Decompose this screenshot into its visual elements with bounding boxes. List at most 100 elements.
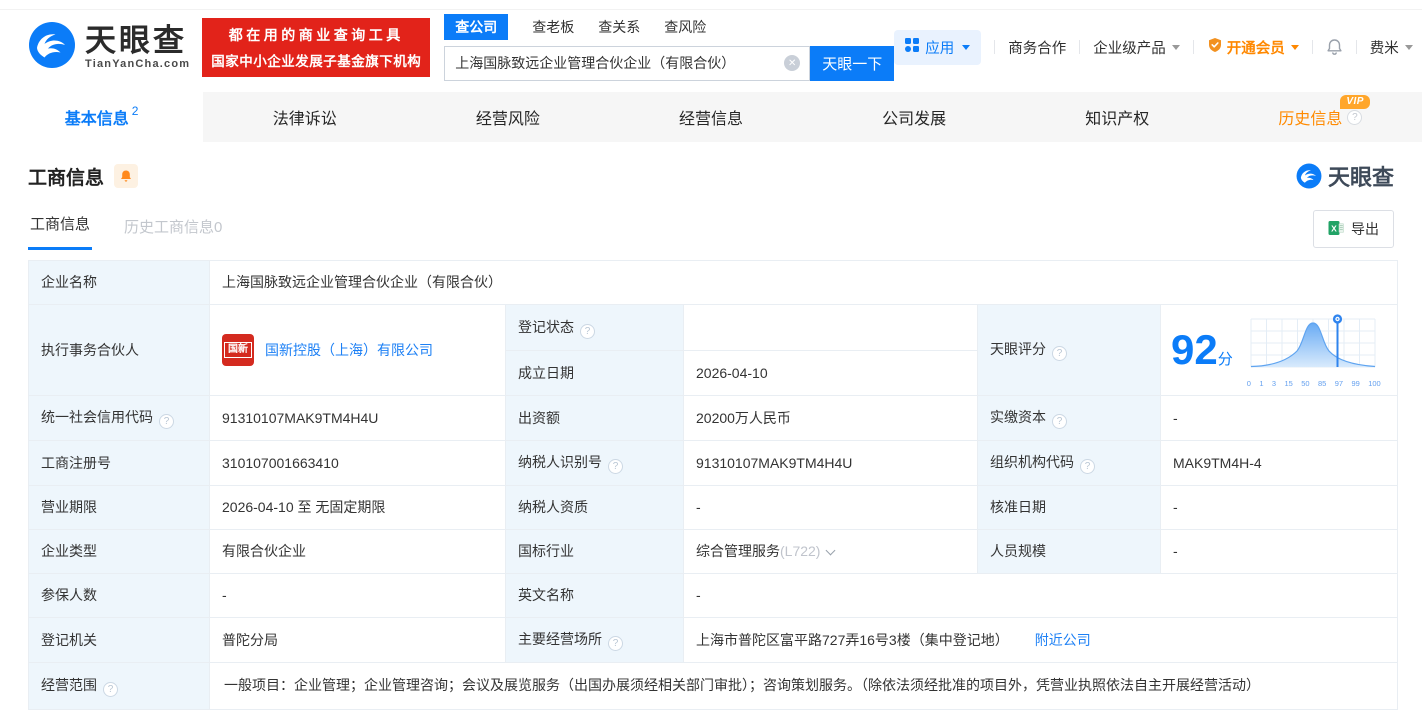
help-icon[interactable]: ? (1052, 414, 1067, 430)
address-value: 上海市普陀区富平路727弄16号3楼（集中登记地） 附近公司 (683, 617, 1398, 664)
watermark-text: 天眼查 (1327, 165, 1394, 190)
table-row: 执行事务合伙人 国新 国新控股（上海）有限公司 登记状态? 天眼评分? 92分 (28, 303, 1398, 397)
reg-authority-value: 普陀分局 (209, 617, 506, 664)
promo-line-2: 国家中小企业发展子基金旗下机构 (211, 53, 422, 69)
excel-icon: X (1328, 220, 1344, 239)
score-chart: 013 15 50 85 97 99 100 (1247, 311, 1381, 389)
apps-button[interactable]: 应用 (894, 29, 982, 65)
help-icon[interactable]: ? (608, 636, 623, 652)
chevron-down-icon[interactable] (826, 545, 836, 556)
partner-label: 执行事务合伙人 (28, 303, 210, 397)
reg-status-label: 登记状态? (505, 303, 684, 352)
industry-label: 国标行业 (505, 529, 684, 575)
table-row: 企业名称 上海国脉致远企业管理合伙企业（有限合伙） (28, 260, 1398, 305)
site-logo[interactable]: 天眼查 TianYanCha.com (28, 21, 190, 74)
nav-tab-history[interactable]: VIP 历史信息 ? (1219, 92, 1422, 142)
nav-tab-operating-risk[interactable]: 经营风险 (406, 92, 609, 142)
approval-date-label: 核准日期 (977, 485, 1161, 531)
score-value: 92分 (1171, 326, 1233, 374)
score-cell: 92分 0 1 3 15 50 85 97 99 100 (1160, 303, 1398, 397)
taxpayer-quality-label: 纳税人资质 (505, 485, 684, 531)
paid-capital-label: 实缴资本? (977, 395, 1161, 442)
scope-value: 一般项目：企业管理；企业管理咨询；会议及展览服务（出国办展须经相关部门审批）；咨… (209, 662, 1398, 711)
menu-divider (1192, 40, 1194, 54)
help-icon[interactable]: ? (103, 682, 118, 698)
search-tab-risk[interactable]: 查风险 (664, 17, 706, 37)
search-input[interactable] (444, 45, 811, 81)
menu-business-cooperation[interactable]: 商务合作 (1008, 37, 1066, 58)
caret-down-icon (962, 44, 971, 50)
user-menu[interactable]: 费米 (1370, 37, 1413, 58)
caret-down-icon (1290, 44, 1299, 50)
nav-tab-legal[interactable]: 法律诉讼 (203, 92, 406, 142)
table-row: 参保人数 - 英文名称 - (28, 573, 1398, 619)
open-vip-button[interactable]: 开通会员 (1207, 37, 1299, 58)
table-row: 工商注册号 310107001663410 纳税人识别号? 91310107MA… (28, 440, 1398, 487)
partner-logo[interactable]: 国新 (222, 334, 254, 367)
menu-divider (1079, 40, 1081, 54)
apps-grid-icon (905, 38, 920, 56)
address-label: 主要经营场所? (505, 617, 684, 664)
help-icon[interactable]: ? (608, 459, 623, 475)
reg-authority-label: 登记机关 (28, 617, 210, 664)
score-axis: 013 15 50 85 97 99 100 (1246, 379, 1381, 388)
search-button[interactable]: 天眼一下 (810, 45, 895, 81)
paid-capital-value: - (1160, 395, 1398, 442)
subtab-business-info[interactable]: 工商信息 (28, 213, 93, 250)
promo-banner: 都在用的商业查询工具 国家中小企业发展子基金旗下机构 (202, 17, 431, 77)
promo-line-1: 都在用的商业查询工具 (228, 26, 404, 43)
search-tab-boss[interactable]: 查老板 (532, 17, 574, 37)
staff-size-label: 人员规模 (977, 529, 1161, 575)
nav-tab-company-development[interactable]: 公司发展 (813, 92, 1016, 142)
nav-tab-ip[interactable]: 知识产权 (1016, 92, 1219, 142)
english-name-label: 英文名称 (505, 573, 684, 619)
help-icon[interactable]: ? (1052, 346, 1067, 362)
header-menu: 应用 商务合作 企业级产品 开通会员 费米 (894, 29, 1413, 65)
org-code-label: 组织机构代码? (977, 440, 1161, 487)
notification-bell-icon[interactable] (1326, 38, 1343, 56)
nearby-company-link[interactable]: 附近公司 (1035, 632, 1091, 648)
search-tab-company[interactable]: 查公司 (444, 13, 509, 40)
industry-value: 综合管理服务(L722) (683, 529, 978, 575)
table-row: 统一社会信用代码? 91310107MAK9TM4H4U 出资额 20200万人… (28, 395, 1398, 442)
nav-tab-business-info[interactable]: 经营信息 (609, 92, 812, 142)
reg-number-value: 310107001663410 (209, 440, 506, 487)
company-type-value: 有限合伙企业 (209, 529, 506, 575)
business-info-table: 企业名称 上海国脉致远企业管理合伙企业（有限合伙） 执行事务合伙人 国新 国新控… (28, 260, 1398, 711)
site-header: 天眼查 TianYanCha.com 都在用的商业查询工具 国家中小企业发展子基… (0, 10, 1422, 84)
top-divider (0, 0, 1422, 10)
clear-icon[interactable]: ✕ (784, 55, 801, 71)
approval-date-value: - (1160, 485, 1398, 531)
help-icon[interactable]: ? (159, 414, 174, 430)
credit-code-value: 91310107MAK9TM4H4U (209, 395, 506, 442)
business-term-label: 营业期限 (28, 485, 210, 531)
subscribe-bell-icon[interactable] (114, 164, 139, 188)
company-type-label: 企业类型 (28, 529, 210, 575)
staff-size-value: - (1160, 529, 1398, 575)
logo-domain: TianYanCha.com (85, 57, 191, 70)
subtab-row: 工商信息 历史工商信息0 X 导出 (28, 208, 1394, 250)
menu-enterprise-products[interactable]: 企业级产品 (1093, 37, 1180, 58)
insured-value: - (209, 573, 506, 619)
credit-code-label: 统一社会信用代码? (28, 395, 210, 442)
help-icon[interactable]: ? (1347, 109, 1363, 125)
help-icon[interactable]: ? (580, 323, 595, 339)
business-term-value: 2026-04-10 至 无固定期限 (209, 485, 506, 531)
member-badge-icon (1207, 37, 1223, 57)
english-name-value: - (683, 573, 1398, 619)
score-label: 天眼评分? (977, 303, 1161, 397)
nav-tab-badge: 2 (131, 104, 139, 118)
section-title: 工商信息 (28, 167, 105, 189)
search-tab-relation[interactable]: 查关系 (598, 17, 640, 37)
subtab-history-business-info[interactable]: 历史工商信息0 (124, 216, 222, 250)
company-name-label: 企业名称 (28, 260, 210, 305)
nav-tab-basic-info[interactable]: 基本信息 2 (0, 92, 204, 142)
org-code-value: MAK9TM4H-4 (1160, 440, 1398, 487)
company-nav-tabs: 基本信息 2 法律诉讼 经营风险 经营信息 公司发展 知识产权 VIP 历史信息… (0, 92, 1422, 142)
insured-label: 参保人数 (28, 573, 210, 619)
taxpayer-id-value: 91310107MAK9TM4H4U (683, 440, 978, 487)
partner-link[interactable]: 国新控股（上海）有限公司 (265, 340, 433, 361)
reg-status-value (683, 303, 978, 352)
export-button[interactable]: X 导出 (1313, 210, 1394, 248)
help-icon[interactable]: ? (1080, 459, 1095, 475)
